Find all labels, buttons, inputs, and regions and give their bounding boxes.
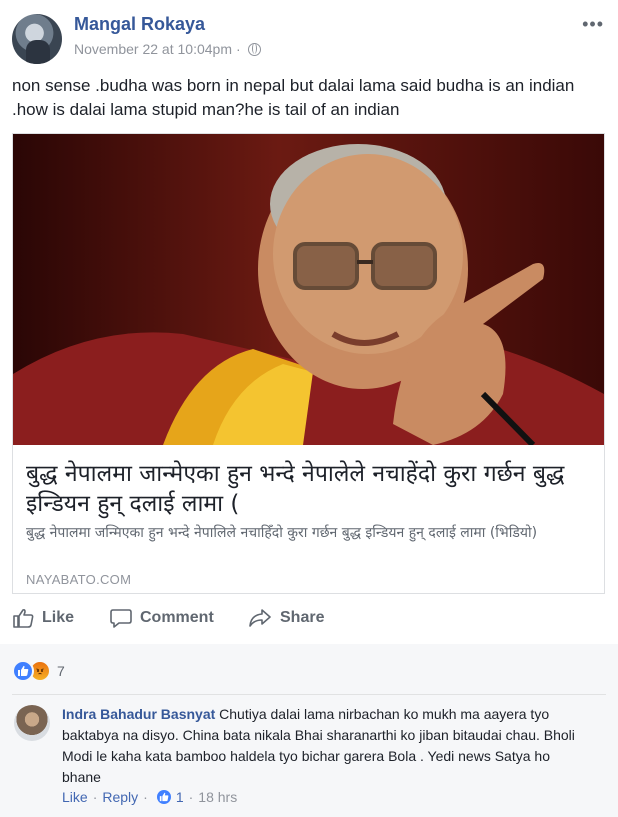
- more-options-icon[interactable]: •••: [582, 14, 604, 35]
- comment-like-icon[interactable]: [156, 790, 171, 804]
- reactions-and-comments-section: 7 Indra Bahadur Basnyat Chutiya dalai la…: [0, 644, 618, 817]
- reaction-summary[interactable]: 7: [12, 660, 65, 682]
- like-reaction-icon: [12, 660, 34, 682]
- author-avatar[interactable]: [12, 14, 62, 64]
- comment-separator-1: ·: [92, 789, 98, 805]
- share-button[interactable]: Share: [248, 608, 324, 628]
- comment-reply-link[interactable]: Reply: [102, 789, 138, 805]
- comment-actions: Like · Reply · 1 · 18 hrs: [62, 789, 237, 805]
- link-preview-card[interactable]: बुद्ध नेपालमा जान्मेएका हुन भन्दे नेपाले…: [12, 133, 605, 594]
- thumbs-up-icon: [13, 608, 34, 628]
- comment-label: Comment: [140, 609, 214, 626]
- link-preview-body[interactable]: बुद्ध नेपालमा जान्मेएका हुन भन्दे नेपाले…: [13, 445, 604, 593]
- comment-button[interactable]: Comment: [110, 608, 214, 628]
- post-text: non sense .budha was born in nepal but d…: [12, 76, 575, 119]
- author-name[interactable]: Mangal Rokaya: [74, 14, 205, 35]
- comment-bubble-icon: [110, 609, 132, 628]
- link-preview-domain: NAYABATO.COM: [26, 572, 132, 587]
- comment-body: Indra Bahadur Basnyat Chutiya dalai lama…: [62, 704, 592, 788]
- post-timestamp[interactable]: November 22 at 10:04pm: [74, 41, 232, 57]
- like-label: Like: [42, 609, 75, 626]
- comment-separator-2: ·: [143, 789, 148, 805]
- link-preview-description: बुद्ध नेपालमा जन्मिएका हुन भन्दे नेपालिल…: [26, 525, 538, 541]
- link-preview-image[interactable]: [13, 134, 604, 445]
- post-meta: November 22 at 10:04pm ·: [74, 41, 261, 57]
- comment-time[interactable]: 18 hrs: [198, 789, 237, 805]
- link-preview-title[interactable]: बुद्ध नेपालमा जान्मेएका हुन भन्दे नेपाले…: [26, 459, 591, 519]
- commenter-avatar[interactable]: [14, 705, 50, 741]
- globe-icon[interactable]: [247, 42, 261, 56]
- post-action-bar: Like Comment Share: [0, 600, 618, 642]
- share-arrow-icon: [249, 609, 271, 627]
- comment-separator-3: ·: [188, 789, 194, 805]
- like-button[interactable]: Like: [12, 608, 74, 628]
- comment-like-link[interactable]: Like: [62, 789, 88, 805]
- reactions-divider: [12, 694, 606, 695]
- link-preview-photo: [13, 134, 604, 445]
- reaction-count[interactable]: 7: [57, 663, 65, 679]
- share-label: Share: [280, 609, 325, 626]
- comment-like-count[interactable]: 1: [176, 789, 184, 805]
- commenter-name[interactable]: Indra Bahadur Basnyat: [62, 706, 215, 722]
- meta-separator: ·: [235, 41, 241, 57]
- facebook-post: Mangal Rokaya November 22 at 10:04pm · •…: [0, 0, 618, 817]
